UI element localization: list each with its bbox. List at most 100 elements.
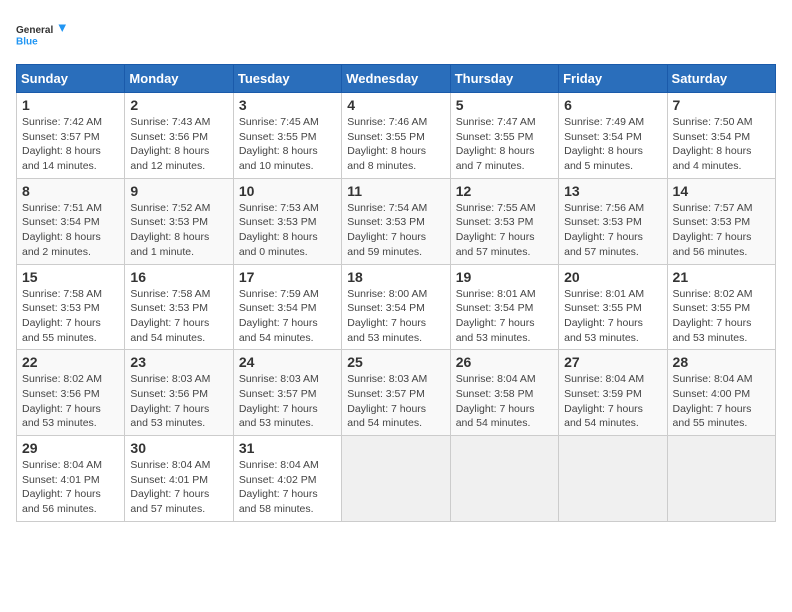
day-detail: Sunrise: 7:45 AMSunset: 3:55 PMDaylight:… xyxy=(239,115,336,174)
day-number: 29 xyxy=(22,440,119,456)
day-number: 8 xyxy=(22,183,119,199)
day-number: 14 xyxy=(673,183,770,199)
day-detail: Sunrise: 8:04 AMSunset: 3:58 PMDaylight:… xyxy=(456,372,553,431)
day-detail: Sunrise: 8:00 AMSunset: 3:54 PMDaylight:… xyxy=(347,287,444,346)
col-header-sunday: Sunday xyxy=(17,65,125,93)
day-detail: Sunrise: 8:02 AMSunset: 3:56 PMDaylight:… xyxy=(22,372,119,431)
day-number: 25 xyxy=(347,354,444,370)
col-header-tuesday: Tuesday xyxy=(233,65,341,93)
day-number: 15 xyxy=(22,269,119,285)
day-cell: 27 Sunrise: 8:04 AMSunset: 3:59 PMDaylig… xyxy=(559,350,667,436)
day-cell: 9 Sunrise: 7:52 AMSunset: 3:53 PMDayligh… xyxy=(125,178,233,264)
day-detail: Sunrise: 7:55 AMSunset: 3:53 PMDaylight:… xyxy=(456,201,553,260)
day-number: 16 xyxy=(130,269,227,285)
day-detail: Sunrise: 7:53 AMSunset: 3:53 PMDaylight:… xyxy=(239,201,336,260)
day-cell: 22 Sunrise: 8:02 AMSunset: 3:56 PMDaylig… xyxy=(17,350,125,436)
day-cell: 10 Sunrise: 7:53 AMSunset: 3:53 PMDaylig… xyxy=(233,178,341,264)
day-number: 10 xyxy=(239,183,336,199)
day-cell: 5 Sunrise: 7:47 AMSunset: 3:55 PMDayligh… xyxy=(450,93,558,179)
day-cell: 20 Sunrise: 8:01 AMSunset: 3:55 PMDaylig… xyxy=(559,264,667,350)
col-header-friday: Friday xyxy=(559,65,667,93)
day-cell: 16 Sunrise: 7:58 AMSunset: 3:53 PMDaylig… xyxy=(125,264,233,350)
col-header-wednesday: Wednesday xyxy=(342,65,450,93)
day-cell: 1 Sunrise: 7:42 AMSunset: 3:57 PMDayligh… xyxy=(17,93,125,179)
day-detail: Sunrise: 7:46 AMSunset: 3:55 PMDaylight:… xyxy=(347,115,444,174)
svg-text:Blue: Blue xyxy=(16,36,38,47)
day-number: 1 xyxy=(22,97,119,113)
day-cell: 7 Sunrise: 7:50 AMSunset: 3:54 PMDayligh… xyxy=(667,93,775,179)
day-detail: Sunrise: 8:03 AMSunset: 3:57 PMDaylight:… xyxy=(347,372,444,431)
day-number: 5 xyxy=(456,97,553,113)
day-cell: 30 Sunrise: 8:04 AMSunset: 4:01 PMDaylig… xyxy=(125,436,233,522)
day-detail: Sunrise: 8:04 AMSunset: 4:00 PMDaylight:… xyxy=(673,372,770,431)
day-detail: Sunrise: 7:58 AMSunset: 3:53 PMDaylight:… xyxy=(22,287,119,346)
day-detail: Sunrise: 7:42 AMSunset: 3:57 PMDaylight:… xyxy=(22,115,119,174)
day-detail: Sunrise: 8:04 AMSunset: 4:01 PMDaylight:… xyxy=(22,458,119,517)
days-header-row: SundayMondayTuesdayWednesdayThursdayFrid… xyxy=(17,65,776,93)
day-cell: 12 Sunrise: 7:55 AMSunset: 3:53 PMDaylig… xyxy=(450,178,558,264)
day-detail: Sunrise: 7:52 AMSunset: 3:53 PMDaylight:… xyxy=(130,201,227,260)
week-row-1: 1 Sunrise: 7:42 AMSunset: 3:57 PMDayligh… xyxy=(17,93,776,179)
day-detail: Sunrise: 7:49 AMSunset: 3:54 PMDaylight:… xyxy=(564,115,661,174)
day-cell: 13 Sunrise: 7:56 AMSunset: 3:53 PMDaylig… xyxy=(559,178,667,264)
day-cell: 26 Sunrise: 8:04 AMSunset: 3:58 PMDaylig… xyxy=(450,350,558,436)
day-detail: Sunrise: 8:02 AMSunset: 3:55 PMDaylight:… xyxy=(673,287,770,346)
day-cell: 15 Sunrise: 7:58 AMSunset: 3:53 PMDaylig… xyxy=(17,264,125,350)
day-cell xyxy=(667,436,775,522)
day-cell xyxy=(342,436,450,522)
day-detail: Sunrise: 8:01 AMSunset: 3:54 PMDaylight:… xyxy=(456,287,553,346)
day-detail: Sunrise: 7:50 AMSunset: 3:54 PMDaylight:… xyxy=(673,115,770,174)
day-cell: 11 Sunrise: 7:54 AMSunset: 3:53 PMDaylig… xyxy=(342,178,450,264)
day-number: 28 xyxy=(673,354,770,370)
week-row-4: 22 Sunrise: 8:02 AMSunset: 3:56 PMDaylig… xyxy=(17,350,776,436)
col-header-saturday: Saturday xyxy=(667,65,775,93)
day-detail: Sunrise: 8:01 AMSunset: 3:55 PMDaylight:… xyxy=(564,287,661,346)
day-number: 20 xyxy=(564,269,661,285)
day-cell: 8 Sunrise: 7:51 AMSunset: 3:54 PMDayligh… xyxy=(17,178,125,264)
week-row-5: 29 Sunrise: 8:04 AMSunset: 4:01 PMDaylig… xyxy=(17,436,776,522)
day-detail: Sunrise: 7:54 AMSunset: 3:53 PMDaylight:… xyxy=(347,201,444,260)
day-number: 21 xyxy=(673,269,770,285)
week-row-3: 15 Sunrise: 7:58 AMSunset: 3:53 PMDaylig… xyxy=(17,264,776,350)
day-number: 19 xyxy=(456,269,553,285)
day-detail: Sunrise: 7:47 AMSunset: 3:55 PMDaylight:… xyxy=(456,115,553,174)
col-header-monday: Monday xyxy=(125,65,233,93)
col-header-thursday: Thursday xyxy=(450,65,558,93)
day-detail: Sunrise: 7:43 AMSunset: 3:56 PMDaylight:… xyxy=(130,115,227,174)
day-number: 4 xyxy=(347,97,444,113)
day-cell xyxy=(559,436,667,522)
day-number: 26 xyxy=(456,354,553,370)
day-number: 12 xyxy=(456,183,553,199)
day-cell: 17 Sunrise: 7:59 AMSunset: 3:54 PMDaylig… xyxy=(233,264,341,350)
day-cell: 6 Sunrise: 7:49 AMSunset: 3:54 PMDayligh… xyxy=(559,93,667,179)
day-detail: Sunrise: 8:03 AMSunset: 3:57 PMDaylight:… xyxy=(239,372,336,431)
day-detail: Sunrise: 7:58 AMSunset: 3:53 PMDaylight:… xyxy=(130,287,227,346)
day-number: 13 xyxy=(564,183,661,199)
day-cell: 19 Sunrise: 8:01 AMSunset: 3:54 PMDaylig… xyxy=(450,264,558,350)
day-detail: Sunrise: 8:04 AMSunset: 3:59 PMDaylight:… xyxy=(564,372,661,431)
day-cell: 31 Sunrise: 8:04 AMSunset: 4:02 PMDaylig… xyxy=(233,436,341,522)
calendar-table: SundayMondayTuesdayWednesdayThursdayFrid… xyxy=(16,64,776,522)
day-number: 6 xyxy=(564,97,661,113)
day-cell: 3 Sunrise: 7:45 AMSunset: 3:55 PMDayligh… xyxy=(233,93,341,179)
day-number: 7 xyxy=(673,97,770,113)
day-cell: 18 Sunrise: 8:00 AMSunset: 3:54 PMDaylig… xyxy=(342,264,450,350)
day-cell: 23 Sunrise: 8:03 AMSunset: 3:56 PMDaylig… xyxy=(125,350,233,436)
day-number: 30 xyxy=(130,440,227,456)
day-number: 23 xyxy=(130,354,227,370)
day-cell xyxy=(450,436,558,522)
day-detail: Sunrise: 8:03 AMSunset: 3:56 PMDaylight:… xyxy=(130,372,227,431)
svg-text:General: General xyxy=(16,25,53,36)
day-number: 3 xyxy=(239,97,336,113)
day-cell: 2 Sunrise: 7:43 AMSunset: 3:56 PMDayligh… xyxy=(125,93,233,179)
day-number: 24 xyxy=(239,354,336,370)
day-number: 18 xyxy=(347,269,444,285)
day-cell: 21 Sunrise: 8:02 AMSunset: 3:55 PMDaylig… xyxy=(667,264,775,350)
day-detail: Sunrise: 7:51 AMSunset: 3:54 PMDaylight:… xyxy=(22,201,119,260)
logo: General Blue xyxy=(16,16,66,56)
day-cell: 29 Sunrise: 8:04 AMSunset: 4:01 PMDaylig… xyxy=(17,436,125,522)
day-cell: 25 Sunrise: 8:03 AMSunset: 3:57 PMDaylig… xyxy=(342,350,450,436)
day-detail: Sunrise: 8:04 AMSunset: 4:02 PMDaylight:… xyxy=(239,458,336,517)
day-number: 9 xyxy=(130,183,227,199)
day-cell: 4 Sunrise: 7:46 AMSunset: 3:55 PMDayligh… xyxy=(342,93,450,179)
